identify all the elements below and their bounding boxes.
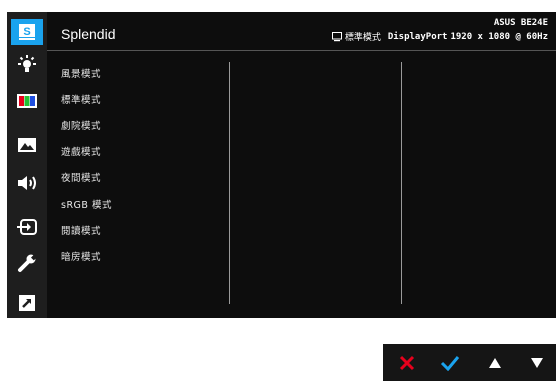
up-button[interactable] (478, 344, 512, 381)
column-divider (229, 62, 230, 304)
sidebar-item-sound[interactable] (11, 170, 43, 196)
blue-light-icon (18, 55, 36, 72)
page-title: Splendid (61, 26, 116, 42)
input-source: DisplayPort (387, 31, 448, 42)
menu-item-night-view-mode[interactable]: 夜間模式 (61, 170, 101, 184)
menu-item-theater-mode[interactable]: 劇院模式 (61, 118, 101, 132)
check-icon (440, 355, 460, 371)
sidebar-item-system-setup[interactable] (11, 250, 43, 276)
sidebar-item-color[interactable] (11, 88, 43, 114)
input-select-icon (17, 219, 37, 235)
system-setup-icon (18, 254, 37, 272)
header-divider (47, 50, 556, 51)
resolution: 1920 x 1080 @ 60Hz (450, 31, 548, 42)
osd-menu: S Splendid ASUS BE24E 標準模式 DisplayPort 1… (7, 12, 556, 318)
close-icon (399, 355, 415, 370)
status-bar: 標準模式 DisplayPort 1920 x 1080 @ 60Hz (331, 30, 548, 43)
color-icon (17, 94, 37, 108)
monitor-model: ASUS BE24E (493, 18, 548, 28)
menu-item-standard-mode[interactable]: 標準模式 (61, 92, 101, 106)
confirm-button[interactable] (433, 344, 467, 381)
down-arrow-icon (531, 357, 543, 368)
menu-item-scenery-mode[interactable]: 風景模式 (61, 66, 101, 80)
sidebar-item-splendid[interactable]: S (11, 19, 43, 45)
down-button[interactable] (520, 344, 554, 381)
menu-item-darkroom-mode[interactable]: 暗房模式 (61, 249, 101, 263)
splendid-icon-letter: S (23, 26, 30, 38)
splendid-icon: S (19, 24, 35, 40)
shortcut-icon (19, 295, 35, 311)
menu-item-reading-mode[interactable]: 閱讀模式 (61, 223, 101, 237)
button-bar (383, 344, 556, 381)
up-arrow-icon (489, 357, 501, 368)
sidebar-item-blue-light[interactable] (11, 52, 43, 78)
column-divider (401, 62, 402, 304)
sound-icon (18, 176, 36, 190)
sidebar-item-input-select[interactable] (11, 214, 43, 240)
sidebar: S (7, 12, 47, 318)
sidebar-item-image[interactable] (11, 132, 43, 158)
menu-item-srgb-mode[interactable]: sRGB 模式 (61, 197, 112, 211)
exit-button[interactable] (390, 344, 424, 381)
sidebar-item-shortcut[interactable] (11, 290, 43, 316)
current-mode: 標準模式 (344, 33, 381, 43)
image-icon (18, 138, 36, 152)
menu-item-game-mode[interactable]: 遊戲模式 (61, 144, 101, 158)
monitor-icon (331, 31, 342, 41)
